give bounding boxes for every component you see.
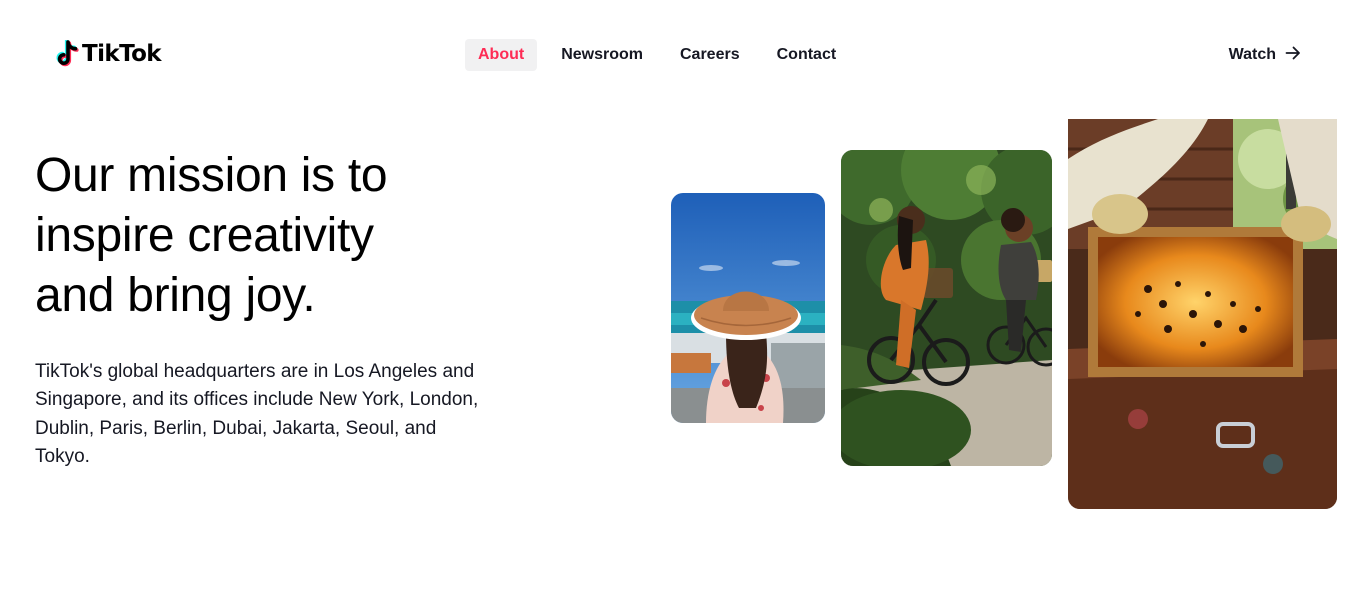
headquarters-description: TikTok's global headquarters are in Los … <box>35 361 479 467</box>
arrow-right-icon <box>1285 45 1301 66</box>
photo-beekeeper <box>1068 119 1337 509</box>
tiktok-logo[interactable]: TikTok <box>55 38 162 70</box>
mission-headline: Our mission is to inspire creativity and… <box>35 149 388 322</box>
nav-item-about[interactable]: About <box>465 39 538 71</box>
watch-link[interactable]: Watch <box>1229 39 1301 71</box>
tiktok-note-icon <box>55 40 79 68</box>
photo-cyclists <box>841 150 1052 466</box>
watch-label: Watch <box>1228 46 1276 63</box>
nav-item-careers[interactable]: Careers <box>667 39 753 71</box>
nav-item-newsroom[interactable]: Newsroom <box>548 39 656 71</box>
logo-wordmark: TikTok <box>82 41 162 67</box>
about-page: TikTok About Newsroom Careers Contact Wa… <box>0 0 1348 609</box>
photo-woman-sun-hat <box>671 193 825 423</box>
nav-item-contact[interactable]: Contact <box>764 39 850 71</box>
main-nav: About Newsroom Careers Contact <box>465 39 860 71</box>
